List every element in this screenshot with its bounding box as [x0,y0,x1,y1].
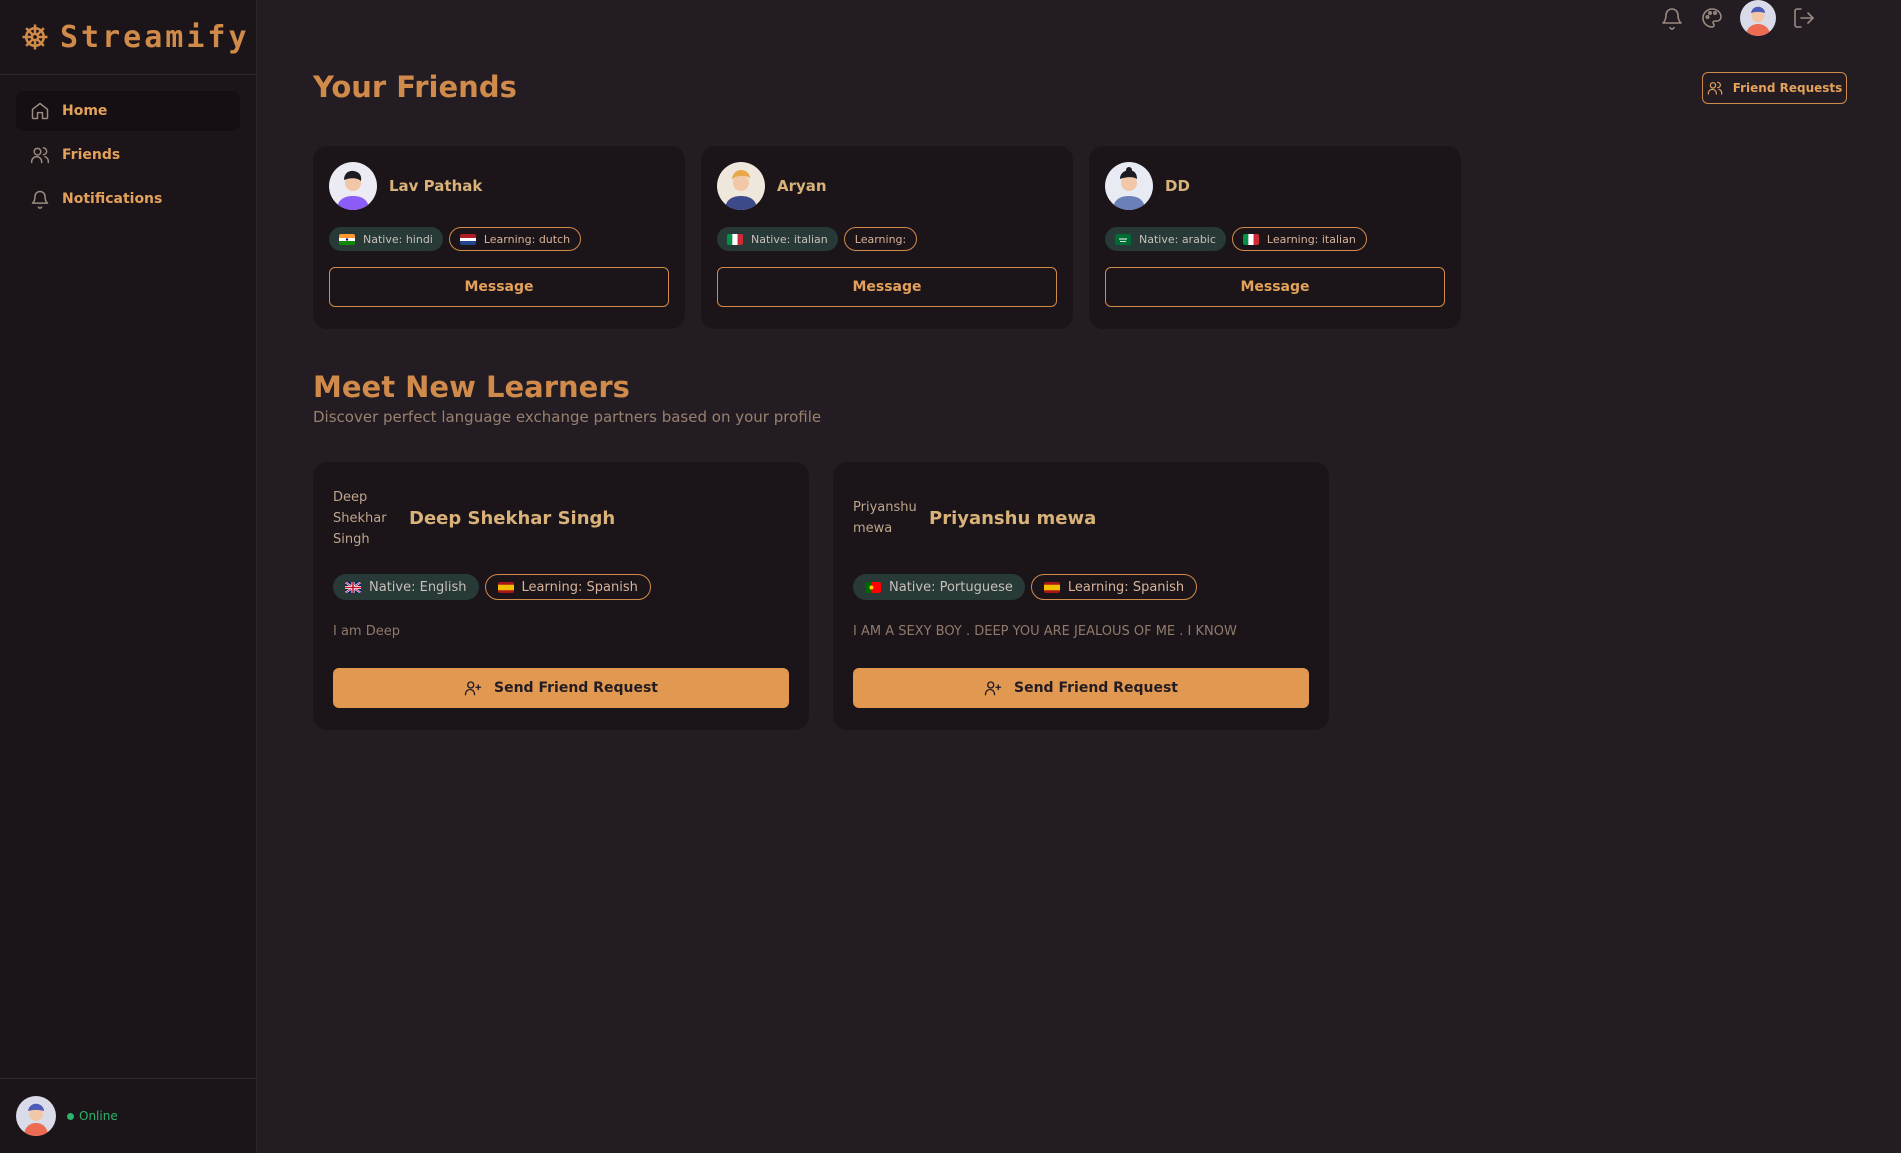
friend-card: Aryan Native: italian Learning: Message [701,146,1073,329]
user-plus-icon [464,681,482,696]
sidebar-item-label: Notifications [62,191,163,207]
native-language-badge: Native: hindi [329,227,443,251]
send-friend-request-button[interactable]: Send Friend Request [333,668,789,708]
send-friend-request-label: Send Friend Request [494,680,658,696]
flag-icon [1242,233,1259,245]
online-indicator [67,1112,74,1120]
message-button[interactable]: Message [329,267,669,307]
flag-icon [727,233,743,245]
learner-card: Priyanshu mewa Priyanshu mewa Native: Po… [833,462,1329,730]
avatar-alt-text: Priyanshu mewa [853,500,917,536]
sidebar-nav: Home Friends Notifications [0,75,256,239]
topbar [1660,0,1816,36]
learning-language-badge: Learning: Spanish [484,574,651,600]
learners-grid: Deep Shekhar Singh Deep Shekhar Singh Na… [313,462,1329,730]
learner-bio: I AM A SEXY BOY . DEEP YOU ARE JEALOUS O… [853,624,1237,639]
brand-name: Streamify [60,19,250,55]
send-friend-request-button[interactable]: Send Friend Request [853,668,1309,708]
flag-icon [1043,581,1060,593]
friend-requests-button[interactable]: Friend Requests [1702,72,1847,104]
sidebar-item-friends[interactable]: Friends [16,135,240,175]
sidebar-user: Online [0,1078,256,1153]
user-plus-icon [984,681,1002,696]
friends-grid: Lav Pathak Native: hindi Learning: dutch… [313,146,1461,329]
message-button[interactable]: Message [717,267,1057,307]
avatar-alt-text: Deep Shekhar Singh [333,489,387,547]
bell-icon[interactable] [1660,6,1684,30]
flag-icon [345,581,361,593]
flag-icon [339,233,355,245]
learners-subtitle: Discover perfect language exchange partn… [313,408,822,426]
flag-icon [865,581,881,593]
status-text: Online [79,1109,118,1123]
native-language-badge: Native: Portuguese [853,574,1025,600]
palette-icon[interactable] [1700,6,1724,30]
flag-icon [459,233,476,245]
learners-section-title: Meet New Learners [313,370,630,404]
friend-card: DD Native: arabic Learning: italian Mess… [1089,146,1461,329]
learning-language-badge: Learning: italian [1231,227,1367,251]
native-language-badge: Native: italian [717,227,838,251]
learner-bio: I am Deep [333,624,400,639]
learning-language-badge: Learning: dutch [448,227,582,251]
friend-requests-label: Friend Requests [1732,81,1843,95]
learner-name: Deep Shekhar Singh [409,507,616,529]
learning-language-badge: Learning: [843,227,918,251]
avatar [1105,162,1153,210]
learning-language-badge: Learning: Spanish [1030,574,1198,600]
avatar [329,162,377,210]
users-icon [30,147,50,164]
flag-icon [497,581,514,593]
avatar [717,162,765,210]
friend-name: Aryan [777,177,827,195]
native-language-badge: Native: English [333,574,479,600]
users-icon [1707,81,1722,95]
friends-section-title: Your Friends [313,70,517,104]
learner-card: Deep Shekhar Singh Deep Shekhar Singh Na… [313,462,809,730]
friend-name: Lav Pathak [389,177,483,195]
sidebar-item-home[interactable]: Home [16,91,240,131]
friend-name: DD [1165,177,1190,195]
flag-icon [1115,233,1131,245]
logout-icon[interactable] [1792,6,1816,30]
home-icon [31,102,49,120]
ship-wheel-icon [22,24,48,50]
sidebar: Streamify Home Friends Notifications Onl… [0,0,257,1153]
message-button[interactable]: Message [1105,267,1445,307]
user-avatar[interactable] [1740,0,1776,36]
learner-name: Priyanshu mewa [929,507,1097,529]
friend-card: Lav Pathak Native: hindi Learning: dutch… [313,146,685,329]
sidebar-item-label: Home [62,103,108,119]
brand[interactable]: Streamify [0,0,256,75]
sidebar-item-notifications[interactable]: Notifications [16,179,240,219]
avatar [16,1096,56,1136]
sidebar-item-label: Friends [62,147,121,163]
send-friend-request-label: Send Friend Request [1014,680,1178,696]
bell-icon [31,190,49,209]
native-language-badge: Native: arabic [1105,227,1226,251]
